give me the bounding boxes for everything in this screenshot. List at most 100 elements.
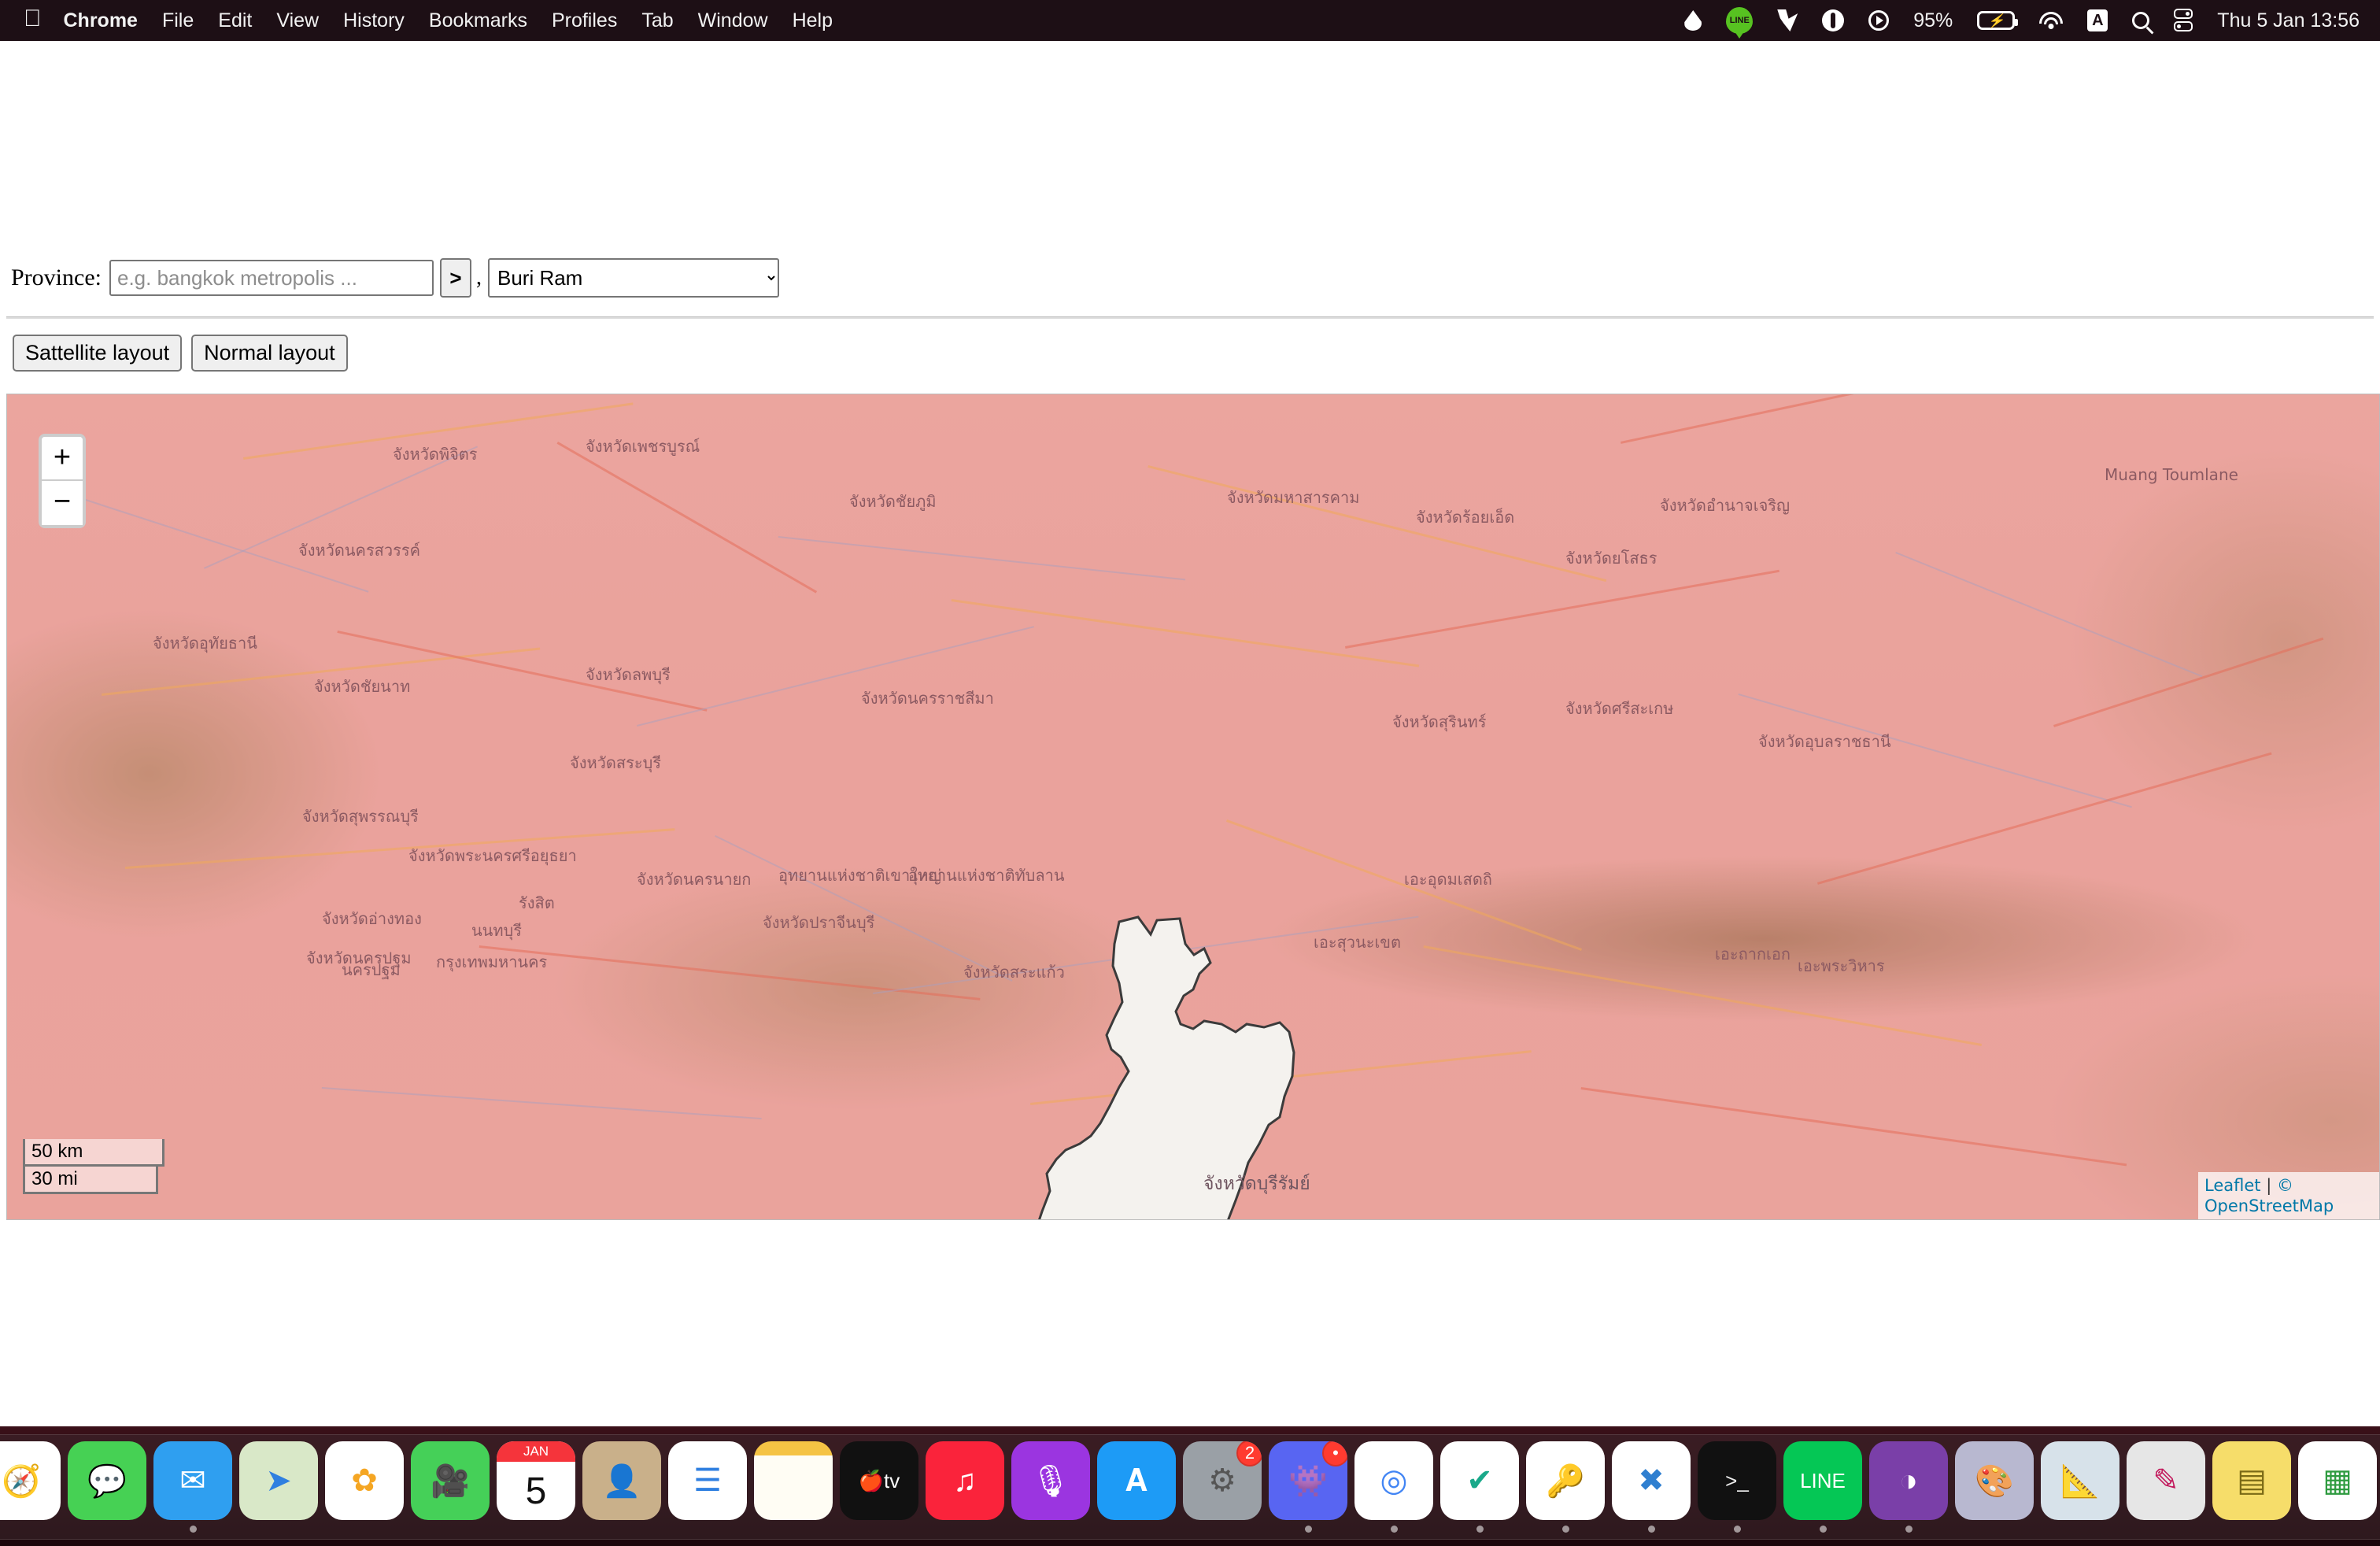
battery-percent[interactable]: 95%: [1913, 9, 1953, 32]
chrome-icon[interactable]: ◎: [1354, 1441, 1433, 1520]
numbers-icon[interactable]: ▦: [2298, 1441, 2377, 1520]
system-settings-icon[interactable]: ⚙ 2: [1183, 1441, 1262, 1520]
postman-icon[interactable]: ✔: [1440, 1441, 1519, 1520]
bird-icon[interactable]: [1777, 9, 1798, 31]
menu-item-file[interactable]: File: [162, 9, 194, 32]
dropbox-icon[interactable]: [1684, 10, 1702, 31]
podcasts-icon[interactable]: 🎙: [1011, 1441, 1090, 1520]
dock-running-indicator: [962, 1526, 969, 1533]
menu-item-help[interactable]: Help: [793, 9, 833, 32]
music-icon[interactable]: ♫: [926, 1441, 1004, 1520]
province-select[interactable]: Buri Ram: [487, 258, 779, 298]
menu-item-tab[interactable]: Tab: [641, 9, 673, 32]
map-place-label: จังหวัดเพชรบูรณ์: [586, 437, 700, 456]
dock-running-indicator: [704, 1526, 711, 1533]
color-picker-icon[interactable]: 🎨: [1955, 1441, 2034, 1520]
photos-icon[interactable]: ✿: [325, 1441, 404, 1520]
zoom-out-button[interactable]: −: [42, 481, 83, 525]
contacts-icon[interactable]: 👤: [582, 1441, 661, 1520]
line-icon[interactable]: LINE: [1783, 1441, 1862, 1520]
maps-icon[interactable]: ➤: [239, 1441, 318, 1520]
dock-running-indicator: [2334, 1526, 2341, 1533]
dock-app-line[interactable]: LINE: [1783, 1441, 1862, 1533]
leaflet-map[interactable]: จังหวัดพิจิตร จังหวัดเพชรบูรณ์ จังหวัดชัยภ…: [6, 394, 2380, 1220]
input-source-icon[interactable]: A: [2087, 9, 2108, 31]
git-icon[interactable]: [1822, 9, 1845, 31]
province-search-input[interactable]: [109, 260, 434, 296]
dock-app-chrome[interactable]: ◎: [1354, 1441, 1433, 1533]
appstore-icon[interactable]: 𝐀: [1097, 1441, 1176, 1520]
notes-icon[interactable]: [754, 1441, 833, 1520]
dock-app-music[interactable]: ♫: [926, 1441, 1004, 1533]
dock-app-safari[interactable]: 🧭: [0, 1441, 61, 1533]
dock-app-preview[interactable]: ◑: [1869, 1441, 1948, 1533]
dock-app-numbers[interactable]: ▦: [2298, 1441, 2377, 1533]
stickies-icon[interactable]: ▤: [2212, 1441, 2291, 1520]
apple-menu-icon[interactable]: : [24, 7, 42, 31]
dock-app-podcasts[interactable]: 🎙: [1011, 1441, 1090, 1533]
dock-app-vscode[interactable]: ✖: [1612, 1441, 1691, 1533]
dock-app-paint[interactable]: ✎: [2127, 1441, 2205, 1533]
calendar-month: JAN: [497, 1441, 575, 1462]
dock-app-appletv[interactable]: 🍎tv: [840, 1441, 918, 1533]
satellite-layout-button[interactable]: Sattellite layout: [13, 335, 183, 372]
dock-app-system-settings[interactable]: ⚙ 2: [1183, 1441, 1262, 1533]
line-status-icon[interactable]: LINE: [1726, 7, 1754, 39]
go-button[interactable]: >: [439, 258, 471, 298]
menubar-status-area: LINE 95% ⚡ A Thu 5 Jan 13:56: [1660, 7, 2360, 39]
leaflet-link[interactable]: Leaflet: [2204, 1176, 2261, 1195]
menu-item-view[interactable]: View: [276, 9, 319, 32]
dock-app-stickies[interactable]: ▤: [2212, 1441, 2291, 1533]
battery-charging-icon[interactable]: ⚡: [1977, 11, 2019, 30]
dock-running-indicator: [275, 1526, 283, 1533]
safari-icon[interactable]: 🧭: [0, 1441, 61, 1520]
bitwarden-icon[interactable]: 🔑: [1526, 1441, 1605, 1520]
dock-app-photos[interactable]: ✿: [325, 1441, 404, 1533]
mail-icon[interactable]: ✉: [153, 1441, 232, 1520]
discord-icon[interactable]: 👾 •: [1269, 1441, 1347, 1520]
dock-app-discord[interactable]: 👾 •: [1269, 1441, 1347, 1533]
dock-app-contacts[interactable]: 👤: [582, 1441, 661, 1533]
dock-app-maps[interactable]: ➤: [239, 1441, 318, 1533]
dock-app-bitwarden[interactable]: 🔑: [1526, 1441, 1605, 1533]
menu-item-window[interactable]: Window: [698, 9, 768, 32]
menu-item-history[interactable]: History: [343, 9, 405, 32]
dock-running-indicator: [1476, 1526, 1484, 1533]
menu-item-bookmarks[interactable]: Bookmarks: [429, 9, 527, 32]
spotlight-search-icon[interactable]: [2132, 12, 2150, 29]
draw-icon[interactable]: 📐: [2041, 1441, 2119, 1520]
dock-app-terminal[interactable]: >_: [1698, 1441, 1776, 1533]
preview-icon[interactable]: ◑: [1869, 1441, 1948, 1520]
menu-item-profiles[interactable]: Profiles: [552, 9, 617, 32]
calendar-icon[interactable]: JAN 5: [497, 1441, 575, 1520]
dock-running-indicator: [1304, 1526, 1312, 1533]
play-icon[interactable]: [1868, 10, 1890, 31]
paint-icon[interactable]: ✎: [2127, 1441, 2205, 1520]
facetime-icon[interactable]: 🎥: [411, 1441, 490, 1520]
dock-app-draw[interactable]: 📐: [2041, 1441, 2119, 1533]
wifi-icon[interactable]: [2039, 12, 2064, 29]
zoom-in-button[interactable]: +: [42, 437, 83, 481]
dock-app-color-picker[interactable]: 🎨: [1955, 1441, 2034, 1533]
normal-layout-button[interactable]: Normal layout: [191, 335, 348, 372]
dock-app-mail[interactable]: ✉: [153, 1441, 232, 1533]
dock-app-calendar[interactable]: JAN 5: [497, 1441, 575, 1533]
dock-app-postman[interactable]: ✔: [1440, 1441, 1519, 1533]
control-center-icon[interactable]: [2174, 9, 2193, 32]
dock-app-facetime[interactable]: 🎥: [411, 1441, 490, 1533]
dock-app-reminders[interactable]: ☰: [668, 1441, 747, 1533]
appletv-icon[interactable]: 🍎tv: [840, 1441, 918, 1520]
dock-app-messages[interactable]: 💬: [68, 1441, 146, 1533]
reminders-icon[interactable]: ☰: [668, 1441, 747, 1520]
menu-item-chrome[interactable]: Chrome: [64, 9, 138, 32]
messages-icon[interactable]: 💬: [68, 1441, 146, 1520]
vscode-icon[interactable]: ✖: [1612, 1441, 1691, 1520]
dock-running-indicator: [189, 1526, 197, 1533]
menubar-clock[interactable]: Thu 5 Jan 13:56: [2217, 9, 2360, 32]
dock-badge: 2: [1236, 1441, 1262, 1466]
dock-running-indicator: [1733, 1526, 1741, 1533]
dock-app-notes[interactable]: [754, 1441, 833, 1533]
menu-item-edit[interactable]: Edit: [218, 9, 252, 32]
terminal-icon[interactable]: >_: [1698, 1441, 1776, 1520]
dock-app-appstore[interactable]: 𝐀: [1097, 1441, 1176, 1533]
